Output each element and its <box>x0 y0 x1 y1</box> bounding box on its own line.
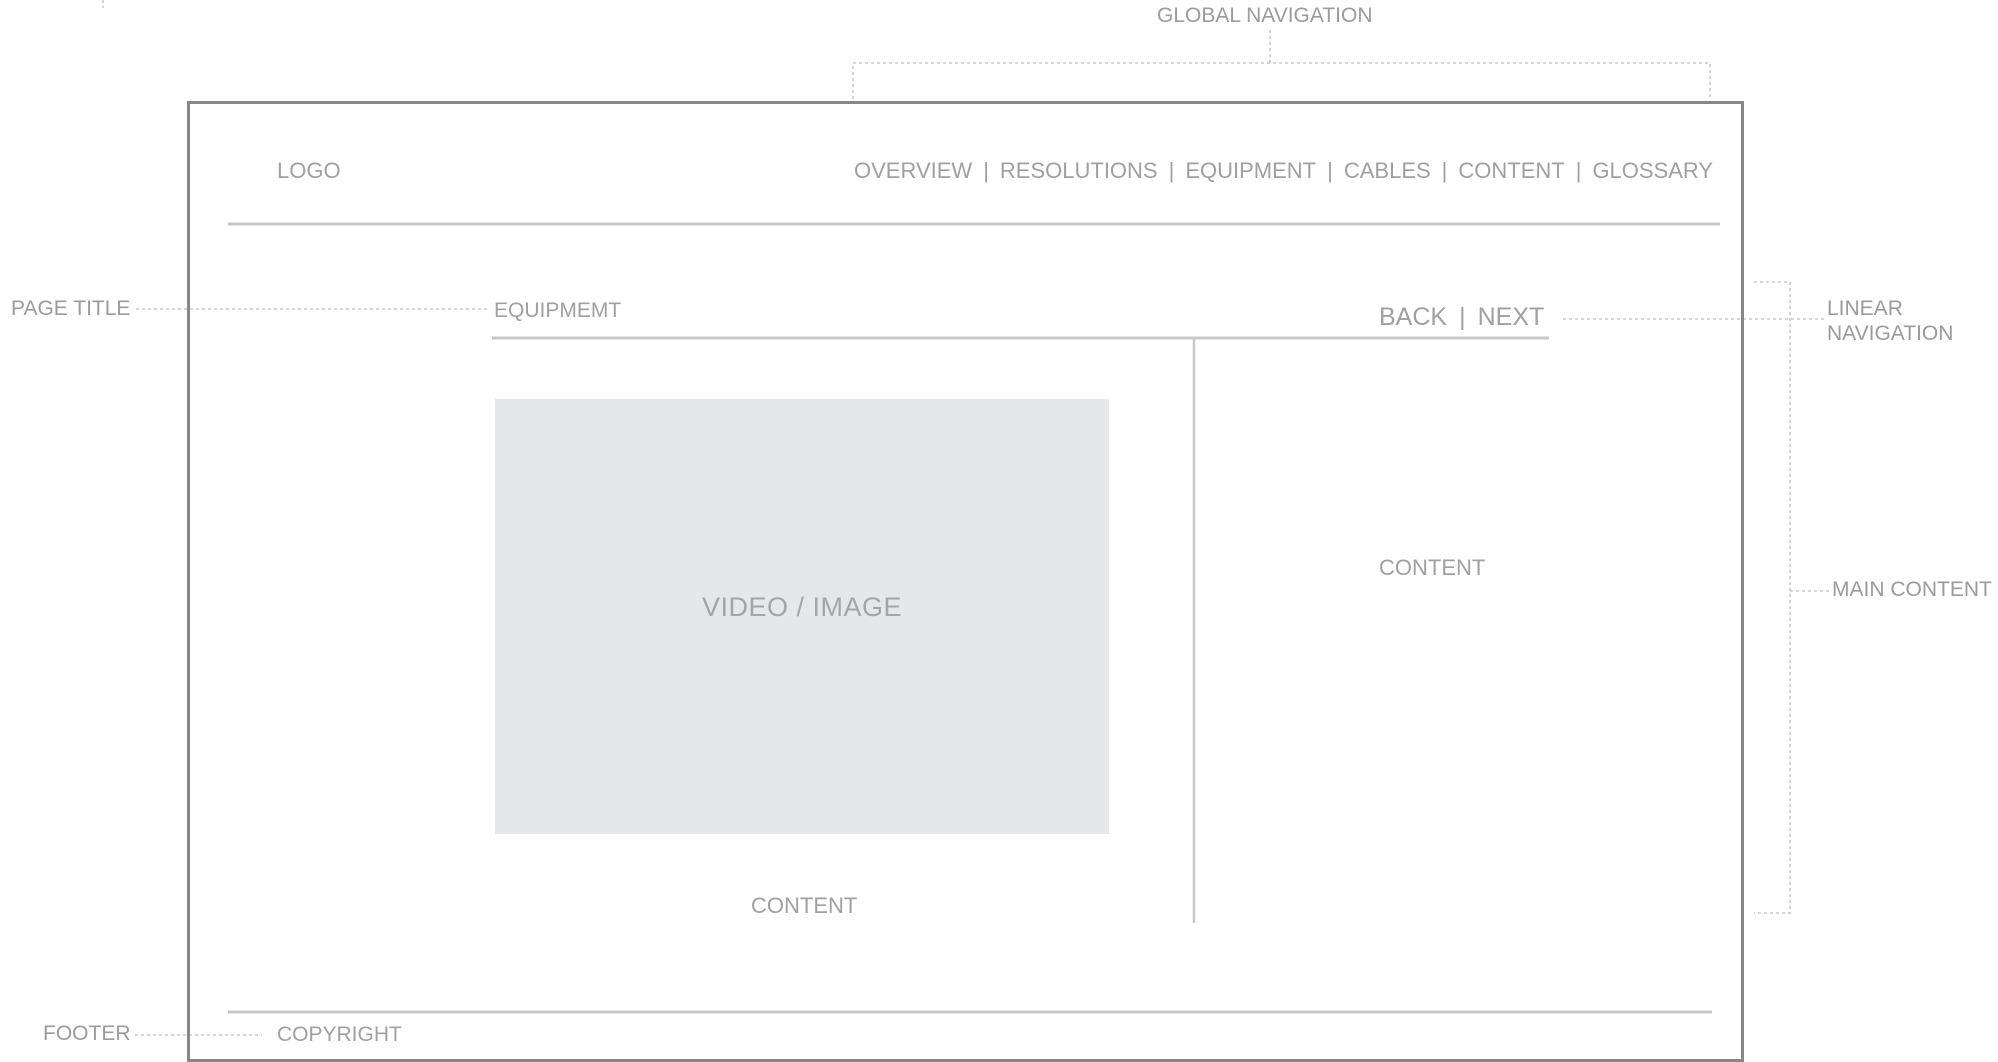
left-content-text: CONTENT <box>751 893 858 918</box>
page-title: EQUIPMEMT <box>494 299 622 322</box>
main-content-bracket <box>1754 281 1791 914</box>
right-content-text: CONTENT <box>1379 555 1486 580</box>
nav-separator: | <box>1441 158 1448 183</box>
linear-navigation: BACK | NEXT <box>1379 303 1544 332</box>
annotation-main-content: MAIN CONTENT <box>1832 578 1992 601</box>
copyright-text: COPYRIGHT <box>277 1023 402 1046</box>
nav-item-cables[interactable]: CABLES <box>1344 158 1431 184</box>
next-button[interactable]: NEXT <box>1478 303 1545 332</box>
nav-item-equipment[interactable]: EQUIPMENT <box>1185 158 1316 184</box>
nav-item-overview[interactable]: OVERVIEW <box>854 158 972 184</box>
nav-item-resolutions[interactable]: RESOLUTIONS <box>1000 158 1158 184</box>
annotation-linear-navigation-line1: LINEAR <box>1827 297 1903 320</box>
linear-nav-separator: | <box>1459 303 1466 331</box>
global-navigation: OVERVIEW | RESOLUTIONS | EQUIPMENT | CAB… <box>854 156 1713 186</box>
back-button[interactable]: BACK <box>1379 303 1447 332</box>
annotation-page-title: PAGE TITLE <box>11 297 131 320</box>
annotation-global-navigation: GLOBAL NAVIGATION <box>1157 4 1373 27</box>
nav-item-glossary[interactable]: GLOSSARY <box>1592 158 1713 184</box>
nav-separator: | <box>1168 158 1175 183</box>
annotation-linear-navigation-line2: NAVIGATION <box>1827 322 1954 345</box>
video-image-placeholder[interactable]: VIDEO / IMAGE <box>495 399 1109 834</box>
media-label: VIDEO / IMAGE <box>701 592 903 622</box>
nav-item-content[interactable]: CONTENT <box>1458 158 1564 184</box>
nav-separator: | <box>1327 158 1333 183</box>
annotation-footer: FOOTER <box>43 1022 131 1045</box>
logo[interactable]: LOGO <box>277 158 341 184</box>
global-nav-bracket <box>852 62 1711 99</box>
nav-separator: | <box>1575 158 1582 183</box>
nav-separator: | <box>983 158 989 183</box>
